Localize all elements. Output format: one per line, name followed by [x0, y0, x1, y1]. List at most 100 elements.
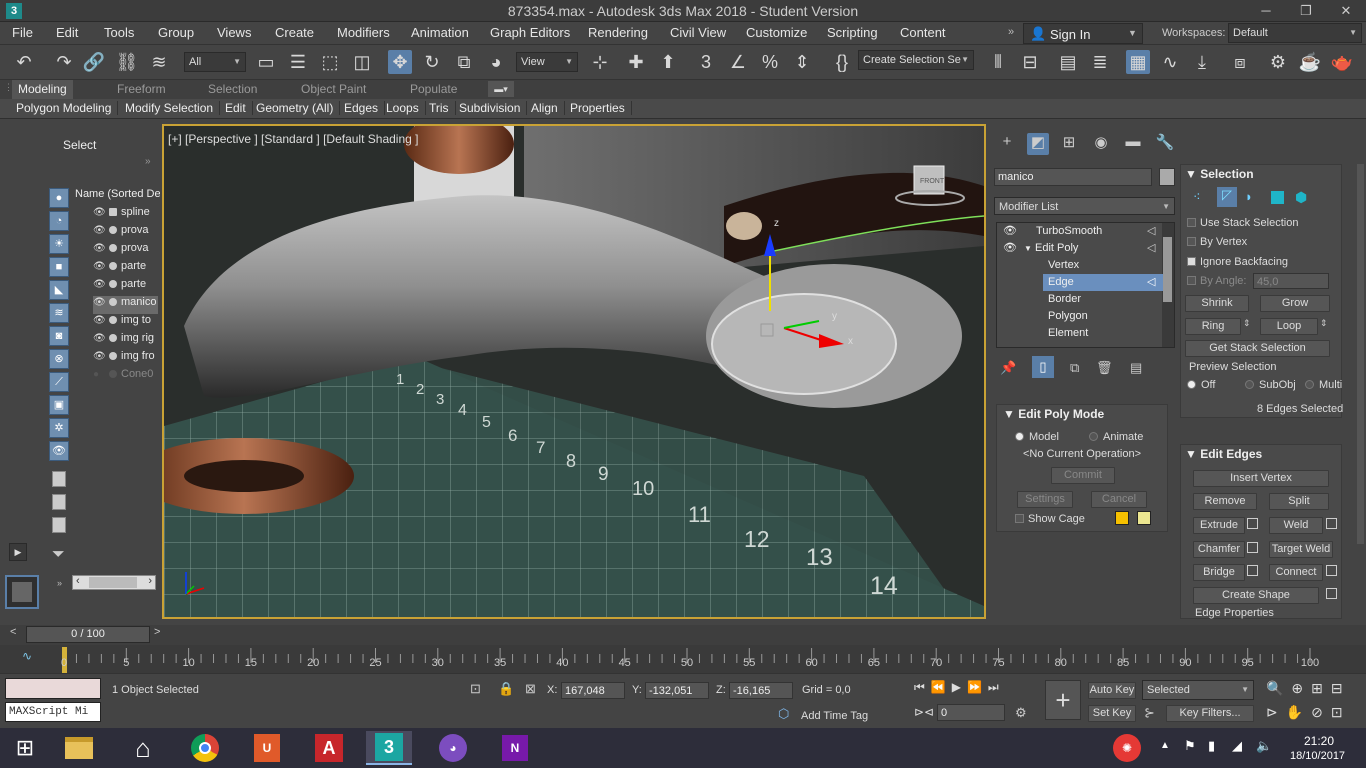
scene-row[interactable]: 👁 parte [93, 278, 158, 296]
menu-scripting[interactable]: Scripting [827, 25, 878, 40]
select-rotate-icon[interactable]: ↻ [420, 50, 444, 74]
layer-icon-2[interactable] [52, 494, 66, 510]
rect-selection-icon[interactable]: ⬚ [318, 50, 342, 74]
stack-vertex[interactable]: Vertex [1048, 257, 1079, 274]
select-move-icon[interactable]: ✥ [388, 50, 412, 74]
menu-animation[interactable]: Animation [411, 25, 469, 40]
spinner-snap-icon[interactable]: ⇕ [790, 50, 814, 74]
ref-coord-dropdown[interactable]: View [516, 52, 578, 72]
animate-radio[interactable]: Animate [1089, 431, 1143, 443]
tab-selection[interactable]: Selection [208, 82, 257, 96]
named-selection-dropdown[interactable]: Create Selection Se [858, 50, 974, 70]
bind-spacewarp-icon[interactable]: ≋ [147, 50, 171, 74]
scroll-thumb[interactable] [89, 577, 137, 588]
make-unique-icon[interactable]: ⧉ [1070, 360, 1079, 376]
use-stack-selection-checkbox[interactable]: Use Stack Selection [1187, 217, 1298, 229]
menu-modifiers[interactable]: Modifiers [337, 25, 390, 40]
utilities-tab-icon[interactable]: 🔧 [1154, 133, 1176, 155]
display-cameras-icon[interactable]: ■ [49, 257, 69, 277]
set-key-button[interactable]: Set Key [1088, 705, 1136, 722]
x-coordinate-field[interactable]: 167,048 [561, 682, 625, 699]
shrink-button[interactable]: Shrink [1185, 295, 1249, 312]
visibility-eye-icon[interactable]: 👁 [93, 315, 106, 326]
time-tag-icon[interactable]: ⬡ [778, 706, 789, 722]
network-icon[interactable]: ◢ [1232, 738, 1242, 754]
scene-row[interactable]: 👁 img to [93, 314, 158, 332]
panel-align[interactable]: Align [531, 101, 565, 115]
visibility-eye-icon[interactable]: 👁 [93, 207, 106, 218]
element-mode-icon[interactable]: ⬢ [1295, 189, 1307, 206]
object-name-field[interactable]: manico [994, 168, 1152, 186]
track-bar[interactable]: ∿ 0 5 10 15 20 25 30 35 40 45 50 55 60 65 70 75 80 85 90 95… [0, 645, 1366, 673]
edit-named-selection-icon[interactable]: {} [830, 50, 854, 74]
display-helpers-icon[interactable]: ◣ [49, 280, 69, 300]
scene-row[interactable]: 👁 img rig [93, 332, 158, 350]
panel-geometry-all[interactable]: Geometry (All) [256, 101, 341, 115]
mirror-icon[interactable]: ⫴ [986, 50, 1010, 74]
show-end-icon[interactable]: ◁ [1147, 275, 1155, 288]
cage-selected-color-swatch[interactable] [1137, 511, 1151, 525]
panel-scrollbar[interactable] [1357, 164, 1364, 544]
autodesk-app-icon[interactable]: U [244, 731, 290, 765]
menu-customize[interactable]: Customize [746, 25, 807, 40]
freeze-icon[interactable] [109, 316, 117, 325]
key-filters-button[interactable]: Key Filters... [1166, 705, 1254, 722]
onenote-icon[interactable]: N [492, 731, 538, 765]
display-tab-icon[interactable]: ▬ [1122, 133, 1144, 155]
render-icon[interactable]: 🫖 [1330, 50, 1354, 74]
menu-tools[interactable]: Tools [104, 25, 134, 40]
edit-edges-title[interactable]: ▼ Edit Edges [1185, 447, 1262, 461]
scene-row-hidden[interactable]: ● Cone0 [93, 368, 158, 386]
layer-icon-3[interactable] [52, 517, 66, 533]
cage-color-swatch[interactable] [1115, 511, 1129, 525]
display-lights-icon[interactable]: ☀ [49, 234, 69, 254]
show-end-icon[interactable]: ◁ [1147, 224, 1155, 237]
angle-snap-icon[interactable]: ∠ [726, 50, 750, 74]
z-coordinate-field[interactable]: -16,165 [729, 682, 793, 699]
stack-edge-selected[interactable]: Edge [1043, 274, 1163, 291]
freeze-icon[interactable] [109, 370, 117, 379]
freeze-icon[interactable] [109, 334, 117, 343]
display-geometry-icon[interactable]: ● [49, 188, 69, 208]
time-next-icon[interactable]: > [154, 626, 160, 638]
time-slider-thumb[interactable]: 0 / 100 [26, 626, 150, 643]
select-scale-icon[interactable]: ⧉ [452, 50, 476, 74]
show-end-result-icon[interactable]: ▯ [1032, 356, 1054, 378]
tab-object-paint[interactable]: Object Paint [301, 82, 366, 96]
preview-multi-radio[interactable]: Multi [1305, 379, 1342, 391]
menu-create[interactable]: Create [275, 25, 314, 40]
preview-off-radio[interactable]: Off [1187, 379, 1215, 391]
model-radio[interactable]: Model [1015, 431, 1059, 443]
y-coordinate-field[interactable]: -132,051 [645, 682, 709, 699]
edit-poly-mode-title[interactable]: ▼ Edit Poly Mode [1003, 407, 1104, 421]
battery-icon[interactable]: ▮ [1208, 738, 1215, 754]
freeze-icon[interactable] [109, 298, 117, 307]
display-groups-icon[interactable]: ◙ [49, 326, 69, 346]
extrude-settings-icon[interactable] [1247, 518, 1258, 529]
weld-settings-icon[interactable] [1326, 518, 1337, 529]
extrude-button[interactable]: Extrude [1193, 517, 1245, 534]
ignore-backfacing-checkbox[interactable]: Ignore Backfacing [1187, 256, 1288, 268]
polygon-mode-icon[interactable] [1271, 191, 1284, 204]
notification-icon[interactable]: ⚑ [1184, 738, 1196, 754]
visibility-eye-icon[interactable]: 👁 [93, 333, 106, 344]
visibility-eye-icon[interactable]: 👁 [93, 279, 106, 290]
snap-3-icon[interactable]: 3 [694, 50, 718, 74]
stack-scrollbar[interactable] [1162, 223, 1174, 347]
scene-explorer-icon[interactable]: ▤ [1056, 50, 1080, 74]
menu-file[interactable]: File [12, 25, 33, 40]
absolute-mode-icon[interactable]: ⊠ [525, 681, 536, 697]
chamfer-button[interactable]: Chamfer [1193, 541, 1245, 558]
show-cage-checkbox[interactable]: Show Cage [1015, 513, 1085, 525]
grow-button[interactable]: Grow [1260, 295, 1330, 312]
scene-row-selected[interactable]: 👁 manico [93, 296, 158, 314]
scroll-right-icon[interactable]: › [148, 575, 152, 587]
selection-filter-dropdown[interactable]: All [184, 52, 246, 72]
panel-edges[interactable]: Edges [344, 101, 386, 115]
viewport-label[interactable]: [+] [Perspective ] [Standard ] [Default … [168, 132, 418, 146]
settings-button[interactable]: Settings [1017, 491, 1073, 508]
panel-polygon-modeling[interactable]: Polygon Modeling [16, 101, 119, 115]
panel-properties[interactable]: Properties [570, 101, 632, 115]
window-crossing-icon[interactable]: ◫ [350, 50, 374, 74]
maxscript-mini-listener[interactable]: MAXScript Mi [5, 702, 101, 722]
